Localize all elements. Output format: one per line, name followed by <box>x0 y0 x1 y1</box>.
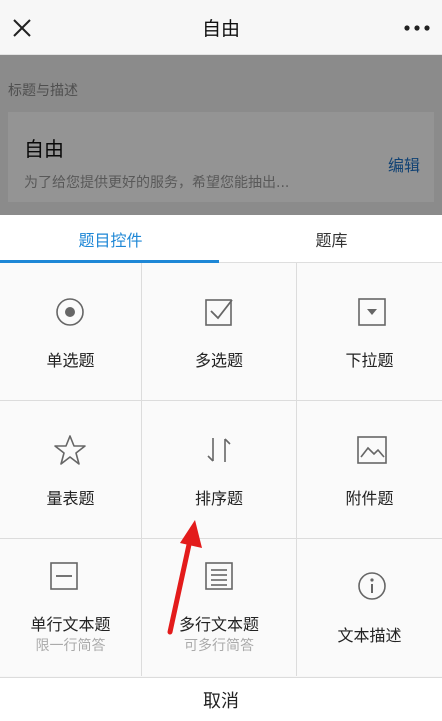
item-attachment[interactable]: 附件题 <box>297 401 442 538</box>
tab-label: 题目控件 <box>78 231 143 250</box>
item-dropdown[interactable]: 下拉题 <box>297 263 442 400</box>
grid-divider <box>296 263 297 676</box>
radio-icon <box>56 298 84 326</box>
item-label: 附件题 <box>345 489 394 508</box>
sort-icon <box>207 438 231 462</box>
info-icon <box>358 572 386 600</box>
tab-label: 题库 <box>315 231 348 250</box>
grid-divider <box>0 400 442 401</box>
modal-overlay[interactable] <box>0 55 442 215</box>
cancel-label: 取消 <box>203 690 239 712</box>
top-nav-bar: 自由 <box>0 0 442 55</box>
item-single-choice[interactable]: 单选题 <box>0 263 141 400</box>
cancel-button[interactable]: 取消 <box>0 677 442 721</box>
close-icon[interactable] <box>6 12 38 44</box>
checkbox-icon <box>205 299 233 326</box>
item-text-description[interactable]: 文本描述 <box>297 539 442 676</box>
question-type-grid: 单选题 多选题 下拉题 量表题 排序题 附件题 单行文本题 限一行简答 多行文本… <box>0 263 442 676</box>
item-label: 单行文本题 <box>30 615 111 634</box>
tab-bar: 题目控件 题库 <box>0 215 442 263</box>
item-label: 单选题 <box>46 351 95 370</box>
grid-divider <box>141 263 142 676</box>
item-single-line-text[interactable]: 单行文本题 限一行简答 <box>0 539 141 676</box>
annotation-arrow-icon <box>167 520 202 635</box>
item-label: 文本描述 <box>337 626 402 645</box>
single-line-icon <box>50 562 78 590</box>
item-sublabel: 限一行简答 <box>35 638 106 654</box>
item-label: 量表题 <box>46 489 95 508</box>
question-type-sheet: 题目控件 题库 单选题 多选题 下拉题 量表题 排序题 附件题 单行文本题 限一… <box>0 215 442 721</box>
page-title: 自由 <box>201 17 240 40</box>
dropdown-icon <box>358 298 386 326</box>
item-label: 排序题 <box>194 489 243 508</box>
tab-question-bank[interactable]: 题库 <box>221 215 442 263</box>
item-sublabel: 可多行简答 <box>184 638 254 654</box>
item-label: 下拉题 <box>345 351 394 370</box>
star-icon <box>54 435 86 465</box>
tab-question-controls[interactable]: 题目控件 <box>0 215 221 263</box>
image-icon <box>357 436 387 464</box>
item-multiple-choice[interactable]: 多选题 <box>142 263 296 400</box>
item-scale[interactable]: 量表题 <box>0 401 141 538</box>
item-label: 多选题 <box>194 351 243 370</box>
grid-divider <box>0 538 442 539</box>
more-icon[interactable] <box>400 12 434 44</box>
